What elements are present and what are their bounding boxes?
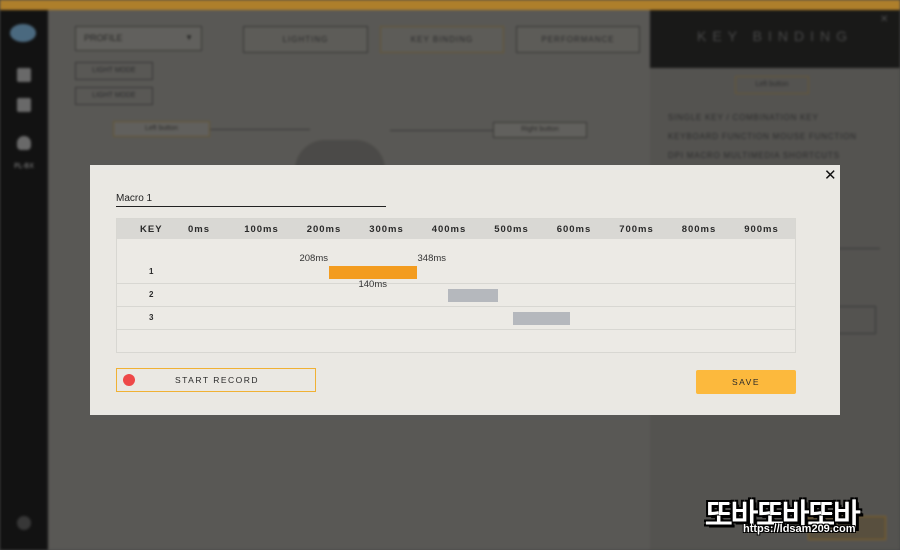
save-label: SAVE (731, 377, 761, 387)
bar-duration-label: 140ms (358, 279, 387, 290)
time-header-600ms: 600ms (556, 224, 592, 235)
time-header-400ms: 400ms (431, 224, 467, 235)
time-header-100ms: 100ms (244, 224, 279, 235)
watermark-url: https://ldsam209.com (743, 523, 856, 535)
time-header-900ms: 900ms (744, 224, 779, 235)
timeline-header: KEY 0ms 100ms 200ms 300ms 400ms 500ms 600ms 700… (117, 219, 795, 239)
time-header-300ms: 300ms (369, 224, 404, 235)
bar-end-label: 348ms (417, 253, 447, 264)
row-divider (117, 283, 795, 284)
start-record-label: START RECORD (174, 375, 260, 385)
macro-key-bar[interactable] (447, 289, 498, 302)
macro-timeline: KEY 0ms 100ms 200ms 300ms 400ms 500ms 600ms 700… (116, 218, 796, 353)
time-header-500ms: 500ms (494, 224, 529, 235)
close-icon[interactable]: ✕ (824, 167, 837, 183)
macro-key-bar-selected[interactable] (329, 266, 417, 279)
row-key-label: 2 (149, 290, 154, 299)
macro-editor-modal: ✕ KEY 0ms 100ms 200ms 300ms 400ms 500ms 600ms 7… (90, 165, 840, 415)
time-header-800ms: 800ms (681, 224, 717, 235)
watermark: 또바또바또바 https://ldsam209.com (705, 490, 890, 542)
macro-key-bar[interactable] (512, 312, 571, 325)
start-record-button[interactable]: START RECORD (116, 368, 316, 392)
row-key-label: 3 (149, 313, 154, 322)
time-header-700ms: 700ms (619, 224, 654, 235)
row-key-label: 1 (149, 267, 154, 276)
key-column-header: KEY (140, 224, 163, 235)
row-divider (117, 306, 795, 307)
time-header-0ms: 0ms (187, 224, 210, 235)
save-button[interactable]: SAVE (696, 370, 796, 394)
bar-start-label: 208ms (299, 253, 328, 264)
time-header-200ms: 200ms (306, 224, 342, 235)
macro-name-input[interactable] (116, 191, 386, 207)
row-divider (117, 329, 795, 330)
